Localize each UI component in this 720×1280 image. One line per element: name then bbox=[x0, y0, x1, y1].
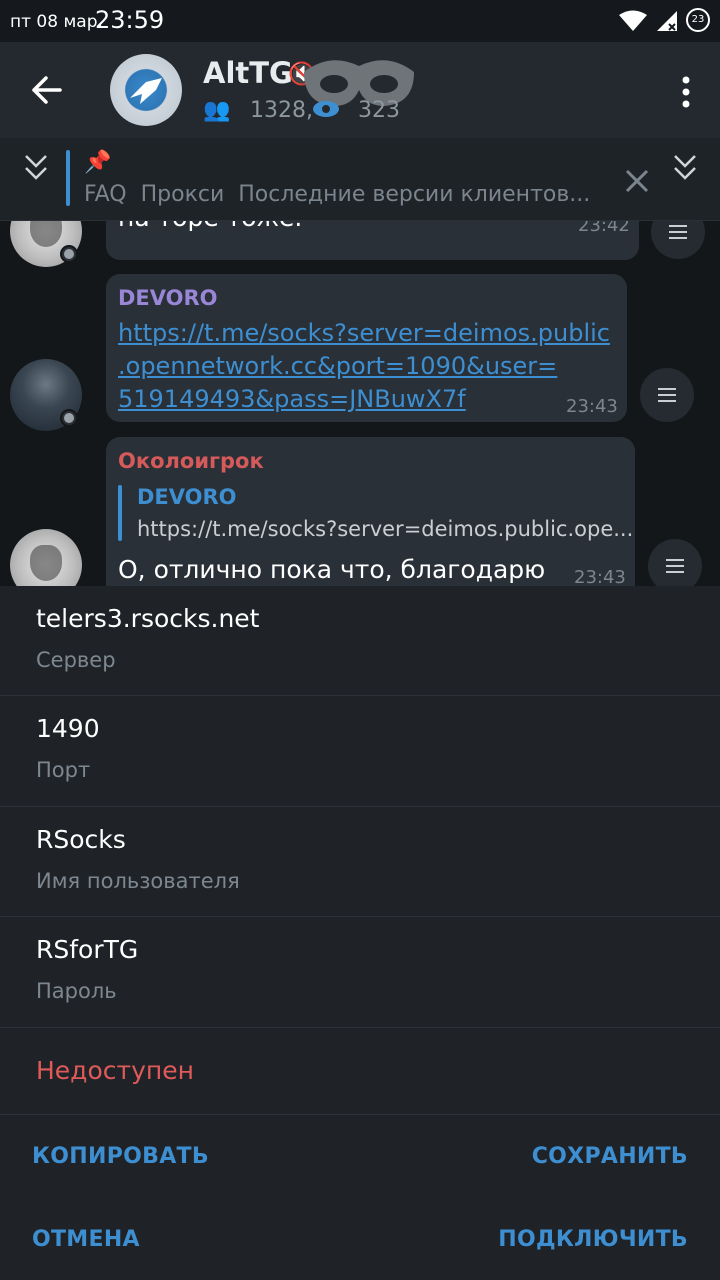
message-time: 23:43 bbox=[574, 567, 626, 586]
divider bbox=[0, 806, 720, 807]
proxy-status: Недоступен bbox=[36, 1056, 194, 1085]
share-icon[interactable] bbox=[648, 539, 702, 586]
message-bubble[interactable]: DEVORO https://t.me/socks?server=deimos.… bbox=[106, 274, 627, 422]
message-time: 23:43 bbox=[566, 396, 618, 417]
close-icon[interactable] bbox=[622, 166, 652, 196]
server-label: Сервер bbox=[36, 648, 116, 672]
chat-avatar[interactable] bbox=[110, 54, 182, 126]
message-sender[interactable]: DEVORO bbox=[118, 286, 218, 310]
chat-title[interactable]: AltTG bbox=[203, 56, 293, 90]
pinned-message-bar[interactable]: 📌 FAQ Прокси Последние версии клиентов..… bbox=[0, 138, 720, 221]
divider bbox=[0, 1027, 720, 1028]
status-dot bbox=[60, 409, 78, 427]
message-text: на торе тоже. bbox=[118, 221, 302, 232]
port-value[interactable]: 1490 bbox=[36, 714, 100, 743]
pin-accent-bar bbox=[66, 150, 70, 206]
cancel-button[interactable]: ОТМЕНА bbox=[32, 1227, 140, 1252]
status-date: пт 08 мар. bbox=[10, 12, 103, 32]
share-icon[interactable] bbox=[651, 221, 705, 259]
signal-icon bbox=[657, 11, 677, 31]
reply-bar bbox=[118, 485, 122, 541]
avatar[interactable] bbox=[10, 529, 82, 586]
link-line[interactable]: https://t.me/socks?server=deimos.public bbox=[118, 317, 610, 350]
save-button[interactable]: СОХРАНИТЬ bbox=[532, 1144, 688, 1169]
password-label: Пароль bbox=[36, 979, 117, 1003]
proxy-details-sheet: telers3.rsocks.net Сервер 1490 Порт RSoc… bbox=[0, 586, 720, 1280]
status-bar: пт 08 мар. 23:59 23 bbox=[0, 0, 720, 42]
port-label: Порт bbox=[36, 758, 91, 782]
online-count: 323 bbox=[358, 98, 400, 123]
message-text: О, отлично пока что, благодарю bbox=[118, 555, 546, 584]
message-link[interactable]: https://t.me/socks?server=deimos.public … bbox=[118, 317, 610, 416]
message-bubble[interactable]: Околоигрок DEVORO https://t.me/socks?ser… bbox=[106, 437, 635, 586]
wifi-icon bbox=[619, 10, 647, 31]
divider bbox=[0, 916, 720, 917]
divider bbox=[0, 1114, 720, 1115]
eye-icon bbox=[313, 101, 339, 117]
reply-sender[interactable]: DEVORO bbox=[137, 485, 237, 509]
message-list[interactable]: на торе тоже. 23:42 DEVORO https://t.me/… bbox=[0, 221, 720, 586]
message-time: 23:42 bbox=[578, 221, 630, 236]
divider bbox=[0, 695, 720, 696]
arrow-back-icon[interactable] bbox=[26, 70, 70, 110]
plane-logo-icon bbox=[130, 78, 162, 104]
pinned-text: FAQ Прокси Последние версии клиентов... bbox=[84, 182, 591, 207]
battery-level: 23 bbox=[691, 14, 705, 25]
share-icon[interactable] bbox=[640, 368, 694, 422]
copy-button[interactable]: КОПИРОВАТЬ bbox=[32, 1144, 209, 1169]
more-vertical-icon[interactable] bbox=[672, 72, 700, 112]
battery-icon: 23 bbox=[686, 8, 710, 32]
status-time: 23:59 bbox=[95, 6, 165, 34]
reply-text[interactable]: https://t.me/socks?server=deimos.public.… bbox=[137, 517, 633, 541]
password-value[interactable]: RSforTG bbox=[36, 935, 138, 964]
chevron-double-down-icon[interactable] bbox=[18, 148, 54, 188]
username-value[interactable]: RSocks bbox=[36, 825, 126, 854]
link-line[interactable]: .opennetwork.cc&port=1090&user= bbox=[118, 350, 610, 383]
chevron-double-down-icon[interactable] bbox=[667, 148, 703, 188]
message-sender[interactable]: Околоигрок bbox=[118, 449, 264, 473]
link-line[interactable]: 519149493&pass=JNBuwX7f bbox=[118, 383, 610, 416]
status-dot bbox=[60, 245, 78, 263]
connect-button[interactable]: ПОДКЛЮЧИТЬ bbox=[498, 1227, 688, 1252]
username-label: Имя пользователя bbox=[36, 869, 240, 893]
pin-icon: 📌 bbox=[84, 150, 112, 175]
people-icon: 👥 bbox=[203, 98, 231, 123]
chat-header: AltTG 🔇 👥 1328, 323 bbox=[0, 42, 720, 138]
server-value[interactable]: telers3.rsocks.net bbox=[36, 604, 260, 633]
members-count: 1328, bbox=[250, 98, 313, 123]
message-bubble[interactable]: на торе тоже. 23:42 bbox=[106, 221, 639, 260]
